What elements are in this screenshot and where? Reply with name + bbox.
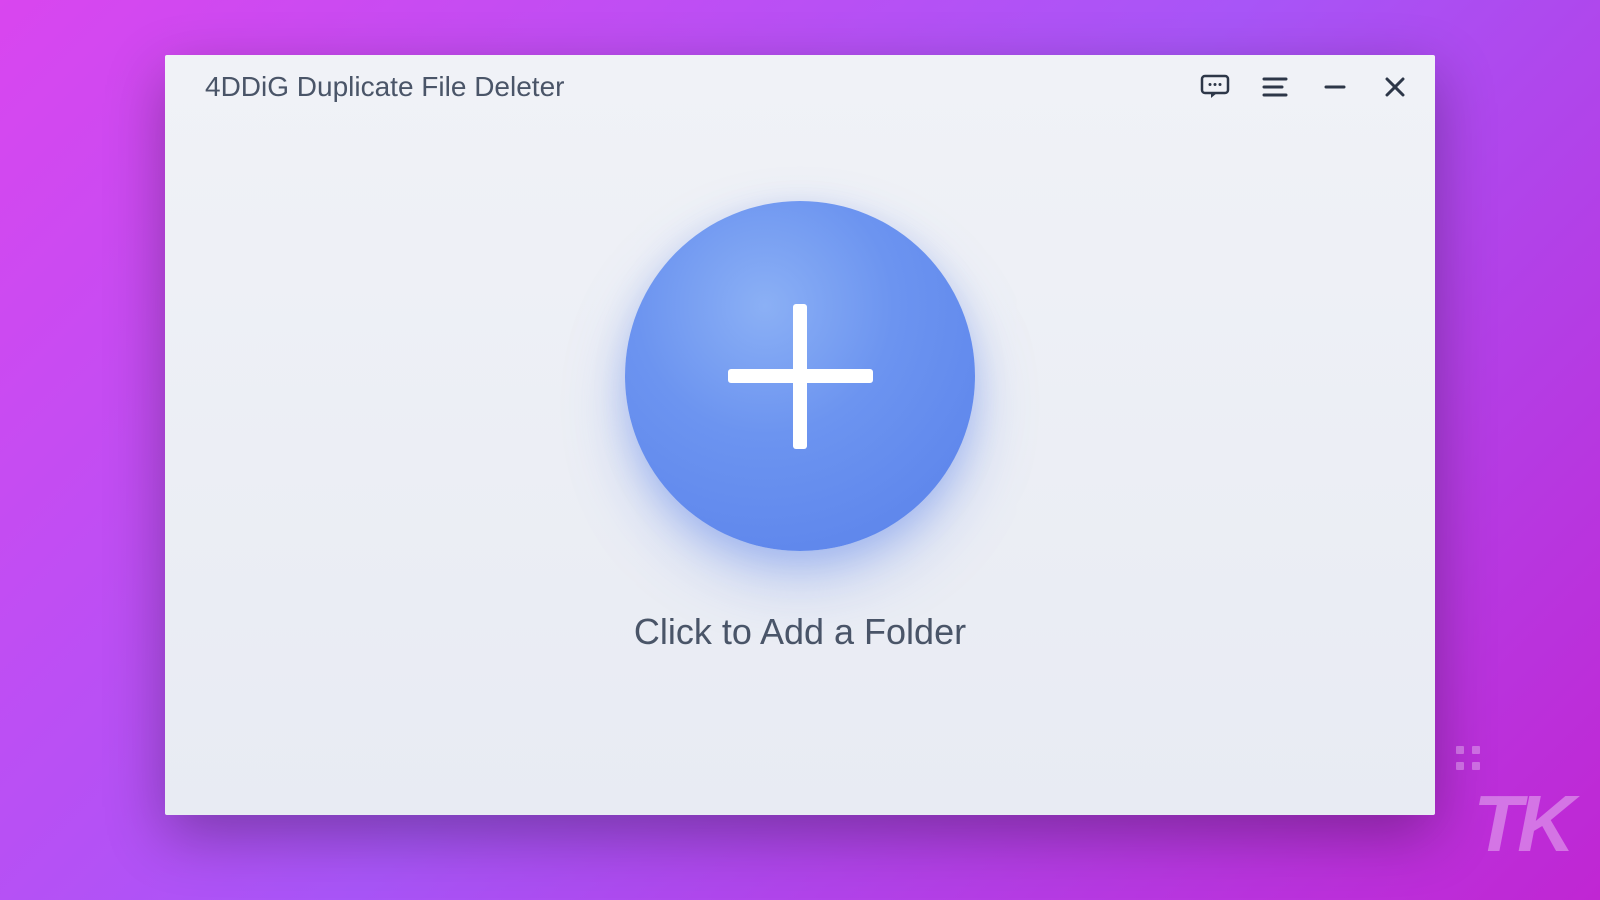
minimize-button[interactable]: [1319, 71, 1351, 103]
add-folder-button[interactable]: [625, 201, 975, 551]
minimize-icon: [1324, 76, 1346, 98]
watermark-dots: [1456, 746, 1480, 770]
main-content: Click to Add a Folder: [165, 119, 1435, 815]
plus-icon: [728, 304, 873, 449]
app-window: 4DDiG Duplicate File Deleter: [165, 55, 1435, 815]
app-title: 4DDiG Duplicate File Deleter: [205, 71, 564, 103]
watermark: TK: [1473, 778, 1570, 870]
hamburger-icon: [1262, 76, 1288, 98]
close-icon: [1384, 76, 1406, 98]
add-folder-label: Click to Add a Folder: [634, 611, 966, 653]
chat-icon: [1200, 74, 1230, 100]
feedback-button[interactable]: [1199, 71, 1231, 103]
window-controls: [1199, 71, 1411, 103]
titlebar: 4DDiG Duplicate File Deleter: [165, 55, 1435, 119]
close-button[interactable]: [1379, 71, 1411, 103]
menu-button[interactable]: [1259, 71, 1291, 103]
